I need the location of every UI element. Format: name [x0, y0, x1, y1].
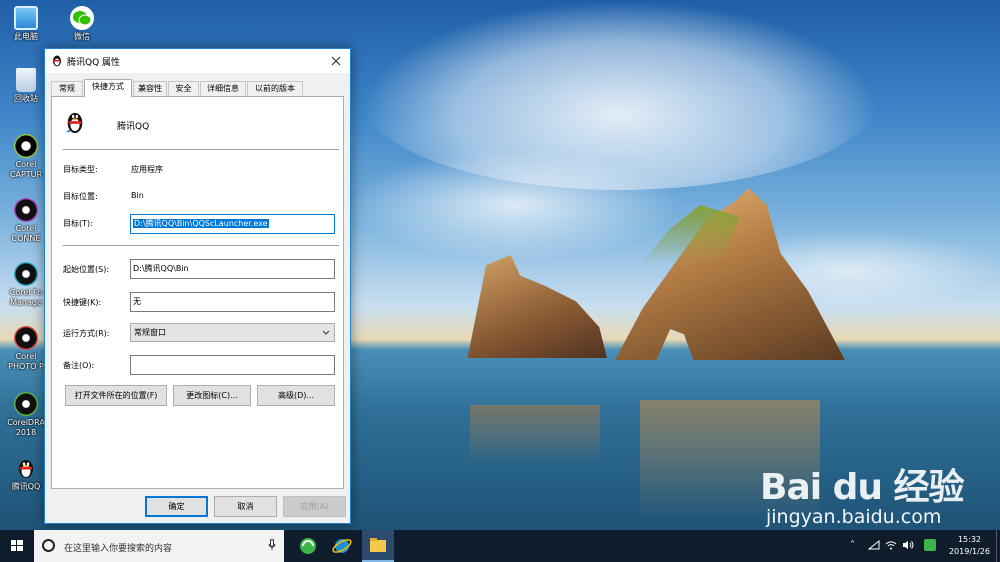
desktop-icon-coreldraw-2018[interactable]: CorelDRA 2018 — [2, 392, 50, 438]
taskbar-app-360[interactable] — [292, 530, 324, 562]
target-location-value: Bin — [131, 191, 144, 200]
watermark-url: jingyan.baidu.com — [766, 506, 942, 528]
close-button[interactable] — [322, 49, 350, 73]
cortana-icon — [42, 539, 55, 552]
ok-button[interactable]: 确定 — [145, 496, 208, 517]
tab-previous-versions[interactable]: 以前的版本 — [247, 81, 303, 96]
windows-logo-icon — [11, 540, 23, 551]
target-label: 目标(T): — [63, 219, 93, 228]
tab-compatibility[interactable]: 兼容性 — [133, 81, 167, 96]
computer-icon — [14, 6, 38, 30]
target-type-label: 目标类型: — [63, 165, 98, 174]
close-icon — [331, 56, 341, 66]
corel-photo-paint-icon — [14, 326, 38, 350]
desktop-icon-corel-font-manager[interactable]: Corel Fo Manage — [2, 262, 50, 308]
shortcut-key-field[interactable]: 无 — [130, 292, 335, 312]
comment-label: 备注(O): — [63, 361, 95, 370]
tab-shortcut[interactable]: 快捷方式 — [84, 79, 132, 97]
desktop-icon-this-pc[interactable]: 此电脑 — [2, 6, 50, 42]
cloud — [350, 150, 680, 260]
desktop-icon-tencent-qq[interactable]: 腾讯QQ — [2, 456, 50, 492]
divider — [63, 149, 339, 150]
start-in-field[interactable]: D:\腾讯QQ\Bin — [130, 259, 335, 279]
run-mode-select[interactable]: 常规窗口 — [130, 323, 335, 342]
desktop-icon-recycle-bin[interactable]: 回收站 — [2, 68, 50, 104]
shortcut-key-label: 快捷键(K): — [63, 298, 102, 307]
tab-details[interactable]: 详细信息 — [200, 81, 246, 96]
corel-connect-icon — [14, 198, 38, 222]
change-icon-button[interactable]: 更改图标(C)... — [173, 385, 251, 406]
taskbar-search[interactable]: 在这里输入你要搜索的内容 — [34, 530, 284, 562]
shortcut-tab-panel: 腾讯QQ 目标类型: 应用程序 目标位置: Bin 目标(T): D:\腾讯QQ… — [51, 96, 344, 489]
taskbar-app-file-explorer[interactable] — [362, 530, 394, 562]
360-browser-icon — [300, 538, 316, 554]
watermark-brand: Bai du 经验 — [760, 467, 965, 508]
qq-penguin-icon — [64, 109, 86, 135]
run-label: 运行方式(R): — [63, 329, 110, 338]
properties-dialog: 腾讯QQ 属性 常规 快捷方式 兼容性 安全 详细信息 以前的版本 腾讯QQ 目… — [44, 48, 351, 524]
divider — [63, 245, 339, 246]
clock-time: 15:32 — [957, 535, 982, 544]
open-file-location-button[interactable]: 打开文件所在的位置(F) — [65, 385, 167, 406]
target-type-value: 应用程序 — [131, 165, 163, 174]
target-location-label: 目标位置: — [63, 192, 98, 201]
desktop-icon-corel-photo-paint[interactable]: Corel PHOTO P — [2, 326, 50, 372]
coreldraw-icon — [14, 392, 38, 416]
desktop-icon-corel-capture[interactable]: Corel CAPTUR — [2, 134, 50, 180]
corel-capture-icon — [14, 134, 38, 158]
search-placeholder: 在这里输入你要搜索的内容 — [64, 544, 173, 554]
desktop-icon-corel-connect[interactable]: Corel CONNE — [2, 198, 50, 244]
rock-reflection — [470, 405, 600, 465]
chevron-down-icon — [322, 324, 330, 347]
apply-button[interactable]: 应用(A) — [283, 496, 346, 517]
tab-general[interactable]: 常规 — [51, 81, 83, 96]
qq-penguin-icon — [14, 456, 38, 480]
qq-penguin-icon — [51, 54, 63, 67]
advanced-button[interactable]: 高级(D)... — [257, 385, 335, 406]
wechat-icon — [70, 6, 94, 30]
baidu-jingyan-watermark: Bai du 经验 jingyan.baidu.com — [760, 458, 990, 528]
sea-rock — [467, 255, 607, 358]
desktop-icon-wechat[interactable]: 微信 — [58, 6, 106, 42]
run-mode-value: 常规窗口 — [134, 328, 166, 337]
taskbar-app-ie[interactable] — [326, 530, 358, 562]
clock[interactable]: 15:32 2019/1/26 — [949, 534, 990, 558]
recycle-bin-icon — [16, 68, 36, 92]
tab-security[interactable]: 安全 — [168, 81, 199, 96]
comment-field[interactable] — [130, 355, 335, 375]
clock-date: 2019/1/26 — [948, 547, 990, 556]
target-field-value: D:\腾讯QQ\Bin\QQScLauncher.exe — [133, 219, 269, 228]
corel-font-manager-icon — [14, 262, 38, 286]
target-field[interactable]: D:\腾讯QQ\Bin\QQScLauncher.exe — [130, 214, 335, 234]
dialog-title: 腾讯QQ 属性 — [67, 58, 121, 68]
wifi-icon[interactable] — [885, 540, 897, 553]
ie-browser-icon — [332, 539, 352, 553]
cancel-button[interactable]: 取消 — [214, 496, 277, 517]
start-button[interactable] — [0, 530, 34, 562]
security-app-icon[interactable] — [924, 539, 936, 551]
taskbar: 在这里输入你要搜索的内容 ˄ 15:32 2019/1/26 — [0, 530, 1000, 562]
microphone-icon[interactable] — [268, 539, 276, 551]
chevron-up-icon[interactable]: ˄ — [850, 540, 855, 551]
start-in-label: 起始位置(S): — [63, 265, 110, 274]
network-icon[interactable] — [867, 539, 880, 553]
folder-icon — [370, 538, 386, 552]
title-bar[interactable]: 腾讯QQ 属性 — [45, 49, 350, 73]
show-desktop-button[interactable] — [996, 530, 1000, 562]
app-name: 腾讯QQ — [117, 122, 150, 132]
volume-icon[interactable] — [902, 540, 914, 553]
